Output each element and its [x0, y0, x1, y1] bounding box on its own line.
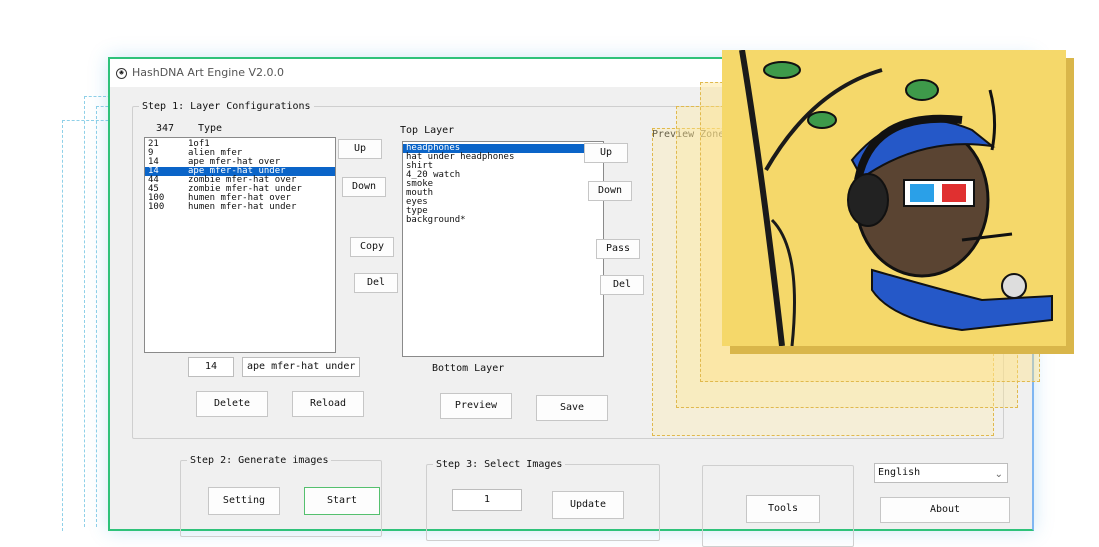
layer-pass-button[interactable]: Pass [596, 239, 640, 259]
type-list[interactable]: 21 1of1 9 alien mfer 14 ape mfer-hat over 14 ap… [144, 137, 336, 353]
layer-down-button[interactable]: Down [588, 181, 632, 201]
layer-list-item[interactable]: smoke [403, 180, 603, 189]
type-item-count: 21 [148, 139, 159, 149]
preview-button[interactable]: Preview [440, 393, 512, 419]
language-selected: English [878, 467, 921, 478]
mfer-artwork-image [722, 50, 1066, 346]
select-count-field[interactable]: 1 [452, 489, 522, 511]
delete-button[interactable]: Delete [196, 391, 268, 417]
type-header: Type [198, 123, 223, 134]
tools-button[interactable]: Tools [746, 495, 820, 523]
preview-artwork [722, 50, 1066, 346]
layer-list-item[interactable]: hat under headphones [403, 153, 603, 162]
type-item-name: humen mfer-hat under [188, 202, 297, 212]
type-down-button[interactable]: Down [342, 177, 386, 197]
bottom-layer-label: Bottom Layer [432, 363, 505, 374]
language-select[interactable]: English ⌄ [874, 463, 1008, 483]
step2-legend: Step 2: Generate images [190, 455, 329, 466]
layer-del-button[interactable]: Del [600, 275, 644, 295]
chevron-down-icon: ⌄ [994, 469, 1003, 480]
app-logo-icon: ☻ [116, 68, 127, 79]
start-button[interactable]: Start [304, 487, 380, 515]
type-count-field[interactable]: 14 [188, 357, 234, 377]
type-copy-button[interactable]: Copy [350, 237, 394, 257]
type-name-field[interactable]: ape mfer-hat under [242, 357, 360, 377]
save-button[interactable]: Save [536, 395, 608, 421]
step3-legend: Step 3: Select Images [436, 459, 563, 470]
layer-list-item[interactable]: mouth [403, 189, 603, 198]
about-button[interactable]: About [880, 497, 1010, 523]
top-layer-label: Top Layer [400, 125, 455, 136]
type-list-item[interactable]: 100 humen mfer-hat under [145, 203, 335, 212]
step1-legend: Step 1: Layer Configurations [142, 101, 311, 112]
layer-list-item[interactable]: eyes [403, 198, 603, 207]
reload-button[interactable]: Reload [292, 391, 364, 417]
window-title: HashDNA Art Engine V2.0.0 [132, 66, 285, 79]
layer-list-item[interactable]: background* [403, 216, 603, 225]
update-button[interactable]: Update [552, 491, 624, 519]
layer-list[interactable]: headphones hat under headphones shirt 4_20 … [402, 141, 604, 357]
type-up-button[interactable]: Up [338, 139, 382, 159]
type-count: 347 [156, 123, 175, 134]
type-del-button[interactable]: Del [354, 273, 398, 293]
layer-list-item[interactable]: 4_20 watch [403, 171, 603, 180]
setting-button[interactable]: Setting [208, 487, 280, 515]
type-item-count: 100 [148, 202, 165, 212]
layer-up-button[interactable]: Up [584, 143, 628, 163]
